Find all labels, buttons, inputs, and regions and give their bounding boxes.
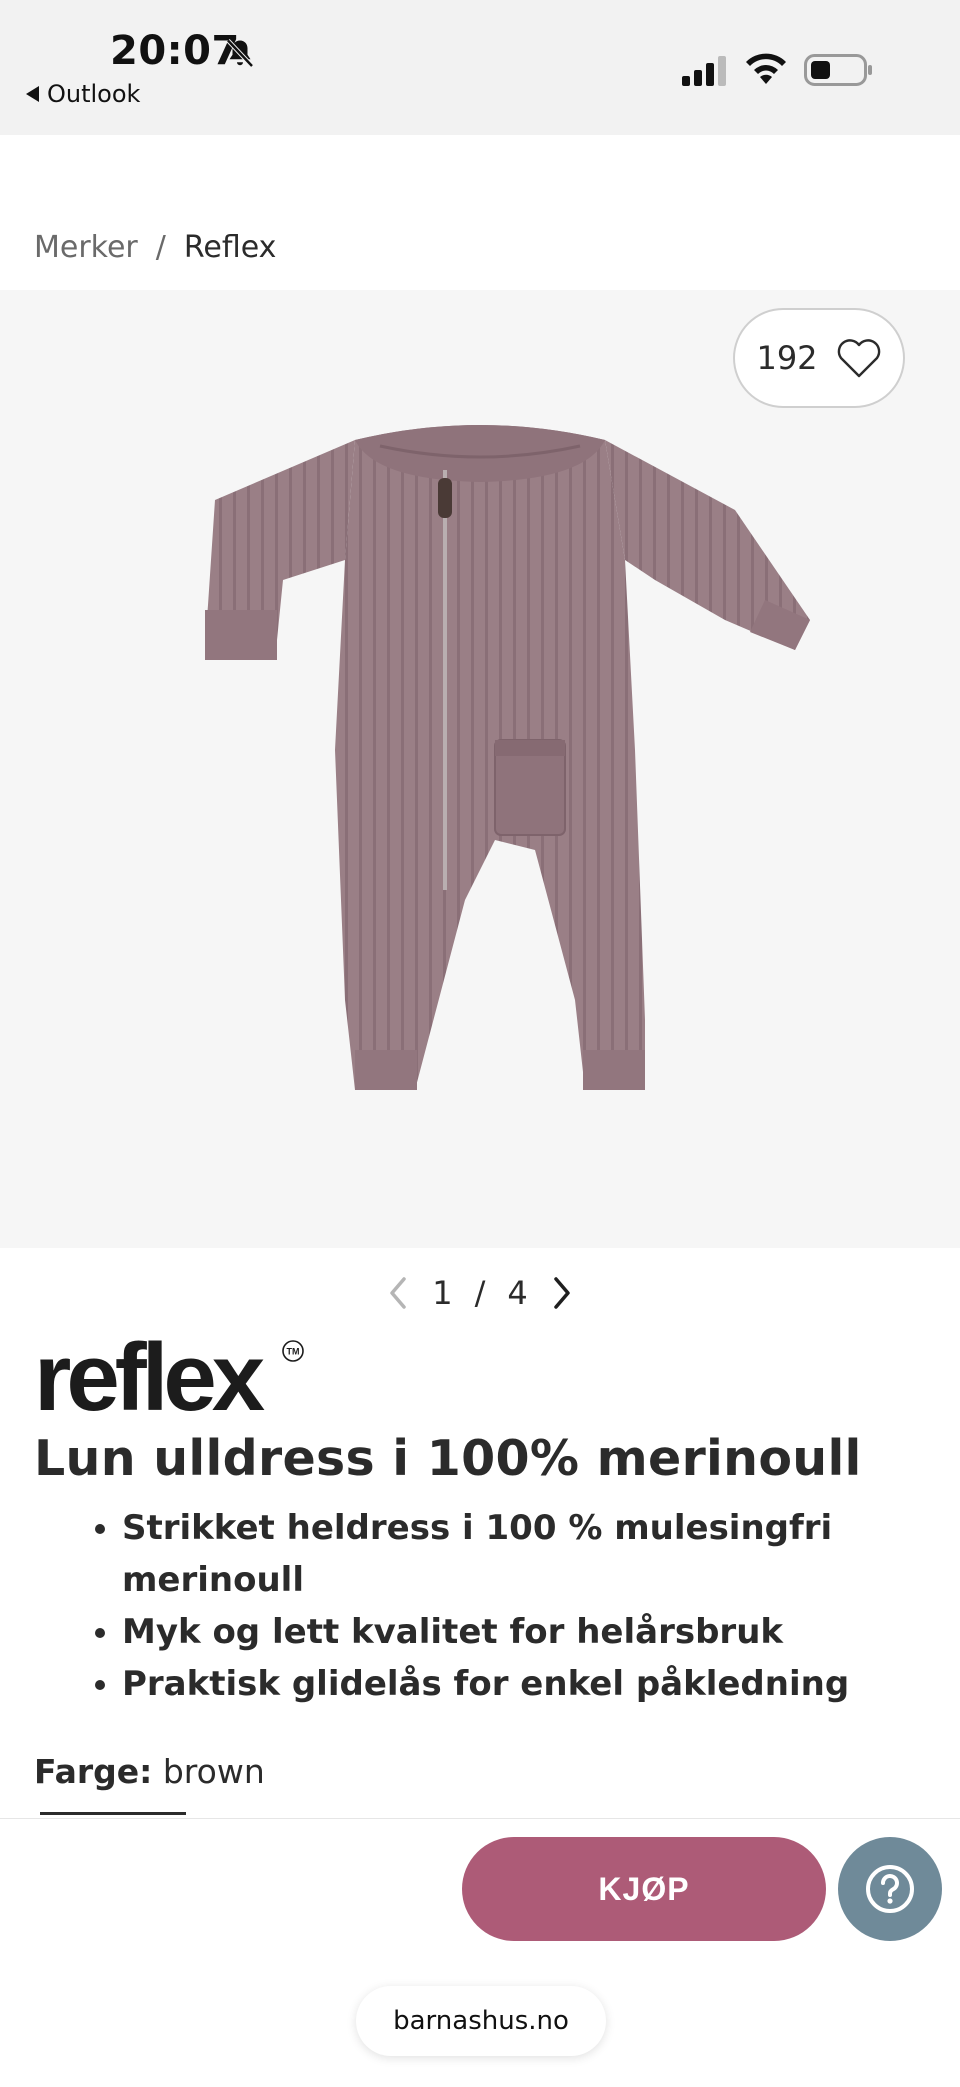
color-label: Farge: [34, 1752, 153, 1791]
product-gallery[interactable]: 192 [0, 290, 960, 1248]
back-to-app-link[interactable]: Outlook [26, 80, 140, 108]
help-button[interactable] [838, 1837, 942, 1941]
favorite-button[interactable]: 192 [733, 308, 905, 408]
status-bar: 20:07 Outlook [0, 0, 960, 135]
battery-icon [804, 54, 872, 86]
breadcrumb-brands-link[interactable]: Merker [34, 230, 138, 265]
favorite-count: 192 [756, 339, 818, 377]
breadcrumb-current: Reflex [183, 230, 277, 265]
heart-icon [837, 339, 880, 378]
product-title: Lun ulldress i 100% merinoull [34, 1430, 862, 1487]
chevron-left-icon[interactable] [386, 1275, 410, 1311]
bell-slash-icon [226, 38, 254, 68]
pager-separator: / [474, 1274, 486, 1312]
product-features: Strikket heldress i 100 % mulesingfri me… [80, 1502, 942, 1710]
brand-logo-text: reflex [34, 1328, 265, 1418]
pager-total: 4 [507, 1274, 528, 1312]
selected-swatch-indicator [40, 1812, 186, 1815]
pager-current: 1 [432, 1274, 453, 1312]
color-selection: Farge: brown [34, 1752, 265, 1791]
color-value: brown [162, 1752, 265, 1791]
wifi-icon [746, 53, 786, 84]
product-image[interactable] [205, 420, 815, 1100]
breadcrumb-separator: / [155, 230, 166, 265]
trademark-mark: TM [287, 1347, 300, 1357]
url-text: barnashus.no [393, 2006, 569, 2036]
back-app-label: Outlook [47, 80, 141, 108]
back-arrow-icon [26, 86, 39, 102]
feature-item: Myk og lett kvalitet for helårsbruk [122, 1606, 942, 1658]
buy-button[interactable]: KJØP [462, 1837, 826, 1941]
brand-logo[interactable]: reflex TM [34, 1328, 314, 1418]
question-circle-icon [866, 1865, 914, 1913]
browser-url-bar[interactable]: barnashus.no [356, 1986, 606, 2056]
gallery-pager: 1 / 4 [0, 1268, 960, 1318]
chevron-right-icon[interactable] [550, 1275, 574, 1311]
feature-item: Strikket heldress i 100 % mulesingfri me… [122, 1502, 942, 1606]
cellular-signal-icon [682, 56, 726, 86]
breadcrumb: Merker / Reflex [34, 230, 276, 265]
status-time: 20:07 [110, 28, 240, 74]
feature-item: Praktisk glidelås for enkel påkledning [122, 1658, 942, 1710]
